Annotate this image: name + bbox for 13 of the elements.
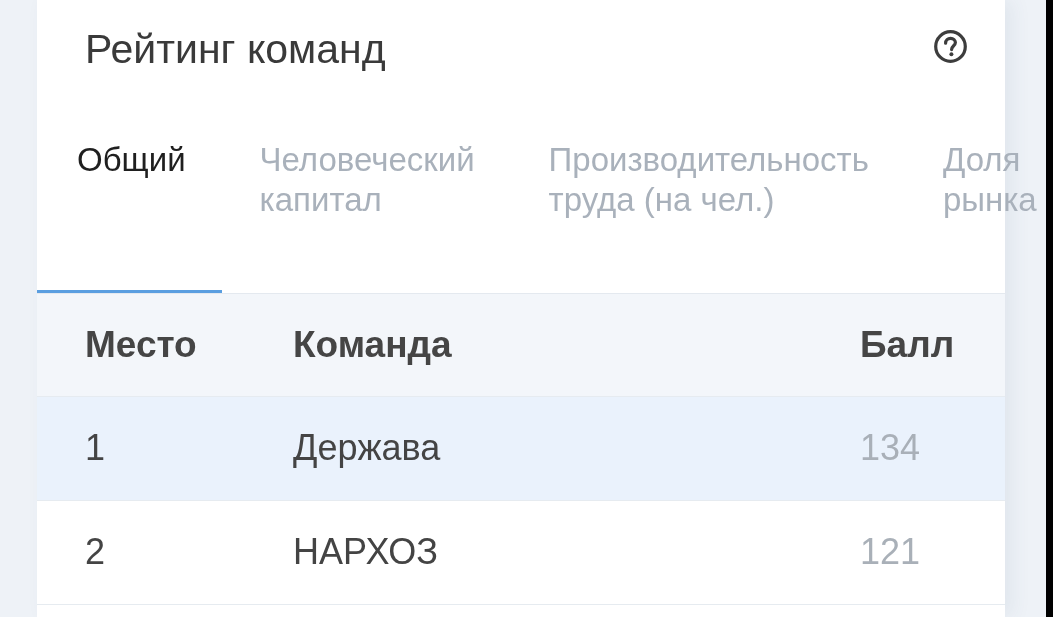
table-cell: 121 (860, 500, 1005, 604)
table-row[interactable]: 1 Держава 134 (37, 396, 1005, 500)
table-cell: НАРХОЗ (293, 500, 860, 604)
table-cell: 134 (860, 396, 1005, 500)
table-row[interactable]: 2 НАРХОЗ 121 (37, 500, 1005, 604)
help-icon[interactable] (934, 29, 967, 63)
column-header: Место (37, 294, 293, 396)
table-cell: Держава (293, 396, 860, 500)
column-header: Балл (860, 294, 1005, 396)
table-cell: 2 (37, 500, 293, 604)
card-title: Рейтинг команд (85, 27, 386, 73)
column-header: Команда (293, 294, 860, 396)
table-cell: 1 (37, 396, 293, 500)
